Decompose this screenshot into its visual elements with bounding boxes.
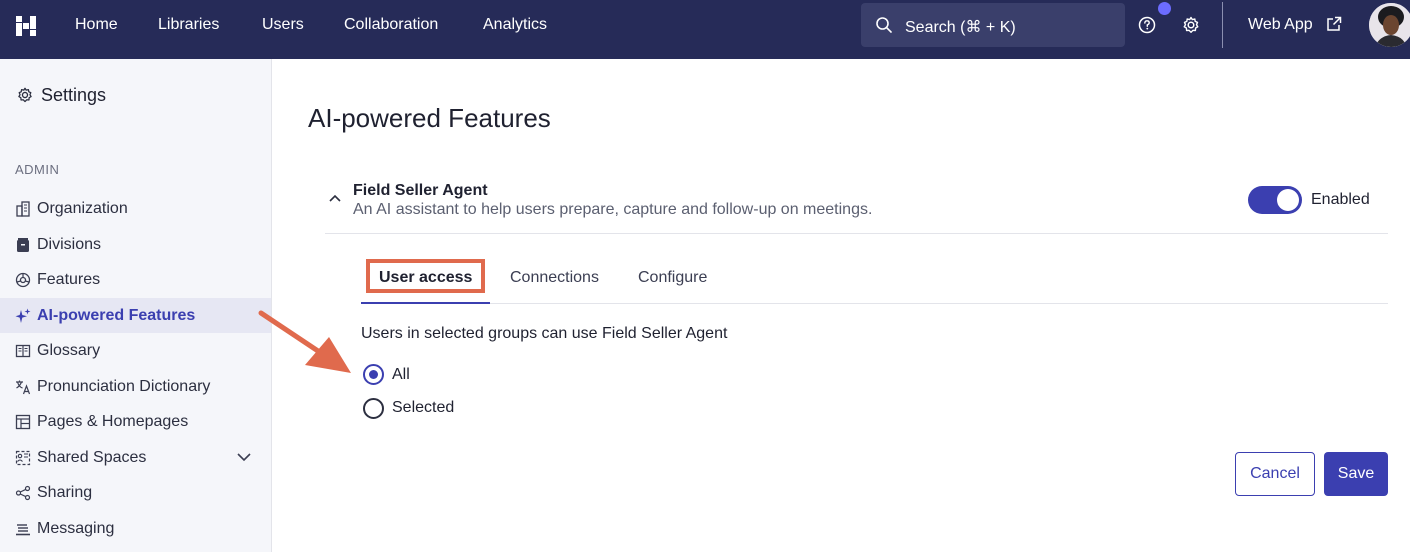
page-title: AI-powered Features (308, 103, 551, 133)
nav-libraries[interactable]: Libraries (158, 16, 219, 34)
search-placeholder: Search (⌘ + K) (905, 19, 1016, 36)
radio-all-label[interactable]: All (392, 366, 410, 384)
web-app-link[interactable]: Web App (1248, 16, 1313, 34)
archive-icon (17, 238, 29, 252)
sidebar-item-ai-powered-features[interactable]: AI-powered Features (0, 298, 271, 333)
nav-collaboration[interactable]: Collaboration (344, 16, 438, 34)
sidebar-item-label: Divisions (37, 236, 102, 253)
sidebar-item-divisions[interactable]: Divisions (0, 227, 271, 262)
sidebar-item-shared-spaces[interactable]: Shared Spaces (0, 440, 271, 475)
sidebar-item-pages-homepages[interactable]: Pages & Homepages (0, 404, 271, 439)
sidebar-item-label: Organization (37, 200, 128, 217)
feature-description: An AI assistant to help users prepare, c… (353, 201, 873, 218)
toggle-knob (1277, 189, 1299, 211)
sidebar-item-features[interactable]: Features (0, 262, 271, 297)
radio-all[interactable] (363, 364, 384, 385)
tab-connections[interactable]: Connections (510, 269, 599, 287)
nav-analytics[interactable]: Analytics (483, 16, 547, 34)
sidebar-item-glossary[interactable]: Glossary (0, 333, 271, 368)
book-icon (15, 344, 31, 358)
feature-name: Field Seller Agent (353, 182, 488, 199)
top-navigation-bar: Home Libraries Users Collaboration Analy… (0, 0, 1410, 59)
feature-enabled-toggle[interactable] (1248, 186, 1302, 214)
layout-icon (15, 414, 31, 430)
tab-user-access[interactable]: User access (361, 256, 490, 304)
nav-users[interactable]: Users (262, 16, 304, 34)
app-logo-icon[interactable] (16, 16, 36, 36)
topbar-divider (1222, 2, 1223, 48)
help-icon[interactable] (1137, 15, 1157, 35)
section-divider (325, 233, 1388, 234)
share-icon (15, 485, 31, 501)
save-button[interactable]: Save (1324, 452, 1388, 496)
tab-label: User access (379, 269, 473, 286)
search-icon (876, 17, 892, 33)
sidebar-item-organization[interactable]: Organization (0, 191, 271, 226)
sidebar-item-label: Sharing (37, 484, 93, 501)
search-input[interactable]: Search (⌘ + K) (861, 3, 1125, 47)
toggle-label: Enabled (1311, 191, 1370, 208)
notification-dot (1158, 2, 1171, 15)
avatar[interactable] (1369, 3, 1410, 47)
building-icon (16, 201, 30, 217)
spaces-icon (15, 450, 31, 466)
nav-home[interactable]: Home (75, 16, 118, 34)
sidebar-title-label: Settings (41, 85, 107, 105)
radio-selected[interactable] (363, 398, 384, 419)
sparkle-icon (15, 308, 31, 323)
external-link-icon[interactable] (1325, 15, 1343, 33)
access-description: Users in selected groups can use Field S… (361, 325, 728, 342)
features-icon (15, 272, 31, 288)
chevron-down-icon[interactable] (236, 451, 252, 463)
sidebar-item-label: Features (37, 271, 101, 288)
sidebar-item-label: Messaging (37, 520, 115, 537)
tab-configure[interactable]: Configure (638, 269, 707, 287)
messaging-icon (16, 524, 30, 536)
chevron-up-icon[interactable] (328, 193, 342, 203)
gear-icon[interactable] (1181, 15, 1201, 35)
sidebar-item-sharing[interactable]: Sharing (0, 475, 271, 510)
sidebar-item-label: AI-powered Features (37, 307, 196, 324)
sidebar-item-label: Pages & Homepages (37, 413, 189, 430)
sidebar-section-admin: ADMIN (15, 162, 60, 177)
sidebar-item-pronunciation-dictionary[interactable]: Pronunciation Dictionary (0, 369, 271, 404)
user-avatar-icon (1369, 3, 1410, 47)
sidebar-item-label: Pronunciation Dictionary (37, 378, 211, 395)
tabs-divider (490, 303, 1388, 304)
radio-selected-label[interactable]: Selected (392, 399, 454, 417)
cancel-button[interactable]: Cancel (1235, 452, 1315, 496)
settings-gear-icon (18, 87, 32, 103)
annotation-arrow-icon (258, 310, 351, 373)
sidebar-item-label: Shared Spaces (37, 449, 147, 466)
sidebar-item-messaging[interactable]: Messaging (0, 511, 271, 546)
settings-sidebar: Settings ADMIN Organization Divisions Fe… (0, 59, 272, 552)
sidebar-item-label: Glossary (37, 342, 101, 359)
translate-icon (16, 380, 31, 395)
